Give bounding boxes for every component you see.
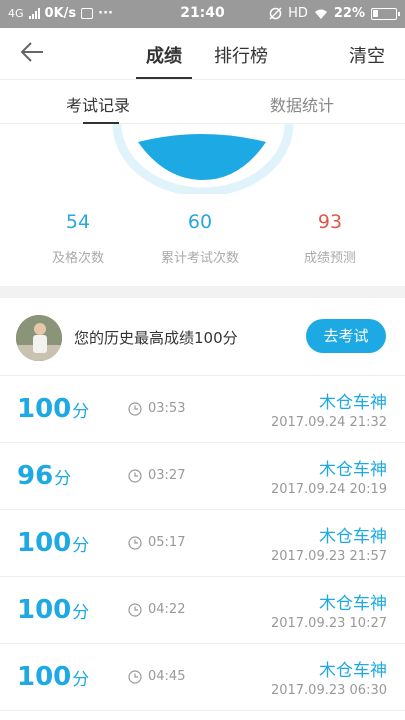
pass-count-label: 及格次数	[51, 251, 104, 266]
tab-leaderboard[interactable]: 排行榜	[214, 42, 268, 68]
mute-icon	[269, 7, 282, 20]
record-user-name: 木仓车神	[319, 661, 387, 681]
record-score: 100分	[17, 595, 89, 625]
record-duration: 05:17	[128, 535, 185, 550]
pass-count-value: 54	[65, 211, 91, 233]
record-user-name: 木仓车神	[319, 594, 387, 614]
record-date: 2017.09.23 21:57	[270, 549, 387, 564]
duration-value: 03:53	[148, 401, 186, 416]
clock-icon	[128, 669, 142, 684]
prediction-value: 93	[317, 211, 343, 233]
hd-label: HD	[288, 6, 308, 21]
duration-value: 03:27	[148, 468, 186, 483]
stat-score-prediction: 93 成绩预测	[265, 211, 395, 266]
record-user-name: 木仓车神	[319, 460, 387, 480]
record-duration: 03:27	[128, 468, 185, 483]
record-date: 2017.09.23 06:30	[270, 683, 387, 698]
section-divider	[0, 286, 405, 298]
score-value: 100	[17, 662, 72, 692]
record-user-name: 木仓车神	[319, 393, 387, 413]
best-score-text: 您的历史最高成绩100分	[74, 329, 238, 347]
record-date: 2017.09.23 10:27	[270, 616, 387, 631]
status-bar: 4G 0K/s ··· 21:40 HD 22%	[0, 0, 405, 28]
record-date: 2017.09.24 21:32	[270, 415, 387, 430]
stat-total-exams: 60 累计考试次数	[135, 211, 265, 266]
duration-value: 04:22	[148, 602, 186, 617]
sub-tabs: 考试记录 数据统计	[0, 80, 405, 124]
score-value: 100	[17, 394, 72, 424]
record-score: 100分	[17, 528, 89, 558]
exam-records-list: 100分 03:53 木仓车神 2017.09.24 21:32 96分 03:…	[0, 376, 405, 711]
total-exams-label: 累计考试次数	[160, 251, 239, 266]
record-duration: 03:53	[128, 401, 185, 416]
status-right: HD 22%	[269, 6, 400, 21]
score-gauge	[0, 124, 405, 194]
wifi-icon	[314, 9, 327, 19]
record-score: 100分	[17, 394, 89, 424]
record-duration: 04:22	[128, 602, 185, 617]
record-row[interactable]: 100分 05:17 木仓车神 2017.09.23 21:57	[0, 510, 405, 577]
battery-percent: 22%	[333, 6, 365, 21]
clock-icon	[128, 535, 142, 550]
score-unit: 分	[72, 536, 90, 556]
score-unit: 分	[72, 670, 90, 690]
record-score: 100分	[17, 662, 89, 692]
stat-pass-count: 54 及格次数	[13, 211, 143, 266]
record-row[interactable]: 96分 03:27 木仓车神 2017.09.24 20:19	[0, 443, 405, 510]
score-unit: 分	[72, 603, 90, 623]
clock-icon	[128, 401, 142, 416]
prediction-label: 成绩预测	[303, 251, 356, 266]
clock-icon	[128, 602, 142, 617]
gauge-graphic	[112, 124, 294, 194]
total-exams-value: 60	[187, 211, 213, 233]
take-exam-button[interactable]: 去考试	[306, 319, 386, 353]
record-duration: 04:45	[128, 669, 185, 684]
battery-icon	[371, 7, 400, 20]
score-value: 96	[17, 461, 54, 491]
record-score: 96分	[17, 461, 71, 491]
back-arrow-icon	[20, 42, 43, 62]
tab-exam-records[interactable]: 考试记录	[66, 92, 130, 116]
back-button[interactable]	[18, 38, 52, 70]
avatar	[16, 315, 62, 361]
score-value: 100	[17, 595, 72, 625]
record-row[interactable]: 100分 04:45 木仓车神 2017.09.23 06:30	[0, 644, 405, 711]
duration-value: 05:17	[148, 535, 186, 550]
clear-button[interactable]: 清空	[349, 42, 385, 68]
clock-icon	[128, 468, 142, 483]
score-value: 100	[17, 528, 72, 558]
nav-bar: 成绩 排行榜 清空	[0, 28, 405, 80]
record-row[interactable]: 100分 03:53 木仓车神 2017.09.24 21:32	[0, 376, 405, 443]
score-unit: 分	[54, 469, 72, 489]
tab-score[interactable]: 成绩	[146, 42, 182, 68]
record-row[interactable]: 100分 04:22 木仓车神 2017.09.23 10:27	[0, 577, 405, 644]
score-unit: 分	[72, 402, 90, 422]
best-score-row: 您的历史最高成绩100分 去考试	[0, 298, 405, 376]
record-user-name: 木仓车神	[319, 527, 387, 547]
record-date: 2017.09.24 20:19	[270, 482, 387, 497]
avatar-photo	[16, 315, 62, 361]
tab-active-indicator	[136, 77, 192, 79]
tab-data-statistics[interactable]: 数据统计	[270, 92, 334, 116]
duration-value: 04:45	[148, 669, 186, 684]
